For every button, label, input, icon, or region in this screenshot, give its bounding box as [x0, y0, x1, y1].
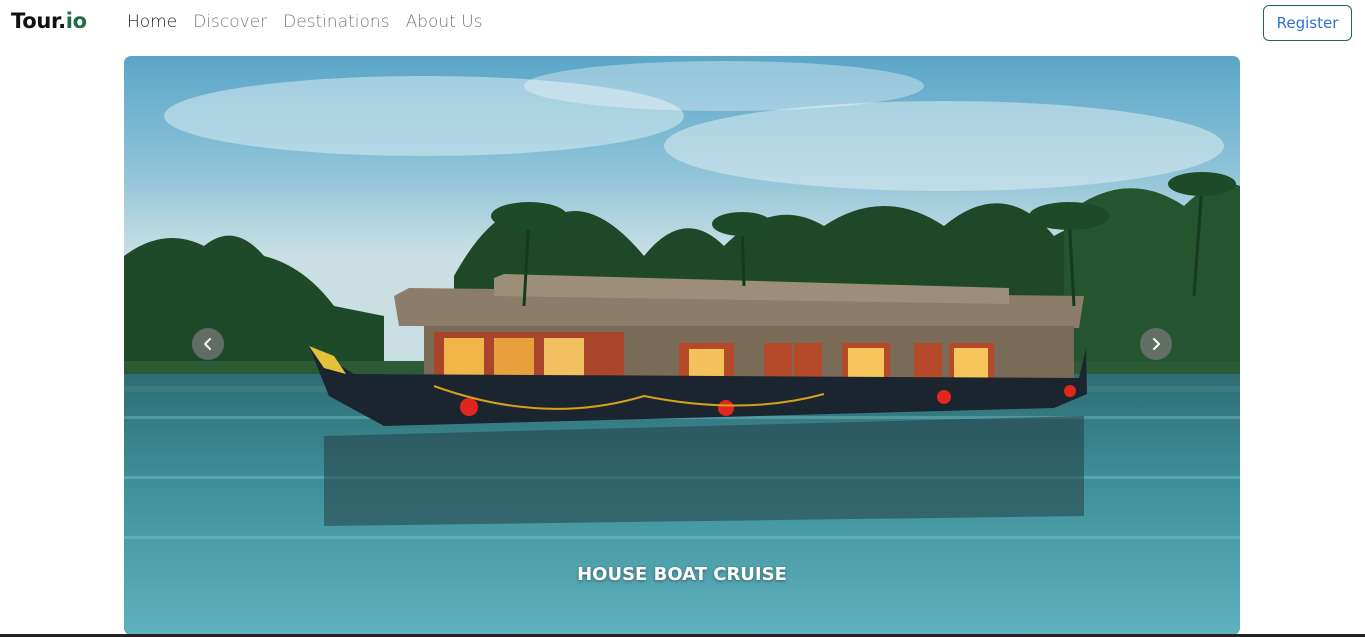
carousel-next-button[interactable]: [1140, 328, 1172, 360]
chevron-right-icon: [1153, 338, 1160, 350]
nav-item-destinations: Destinations: [283, 12, 389, 32]
hero-carousel: HOUSE BOAT CRUISE: [124, 56, 1240, 635]
nav-item-home: Home: [127, 12, 177, 32]
nav-item-about-us: About Us: [406, 12, 483, 32]
navbar: Tour.io Home Discover Destinations About…: [0, 0, 1365, 48]
nav-item-discover: Discover: [193, 12, 267, 32]
nav-link-about-us[interactable]: About Us: [406, 12, 483, 32]
register-button[interactable]: Register: [1263, 5, 1352, 41]
nav-link-destinations[interactable]: Destinations: [283, 12, 389, 32]
nav-link-home[interactable]: Home: [127, 12, 177, 32]
brand-accent: io: [65, 9, 87, 33]
carousel-caption: HOUSE BOAT CRUISE: [577, 564, 787, 585]
brand-main: Tour.: [11, 9, 66, 33]
chevron-left-icon: [204, 338, 211, 350]
nav-link-discover[interactable]: Discover: [193, 12, 267, 32]
carousel-prev-button[interactable]: [192, 328, 224, 360]
carousel-slide-image: [124, 56, 1240, 635]
nav-links: Home Discover Destinations About Us: [127, 12, 483, 32]
brand-logo[interactable]: Tour.io: [11, 9, 87, 33]
